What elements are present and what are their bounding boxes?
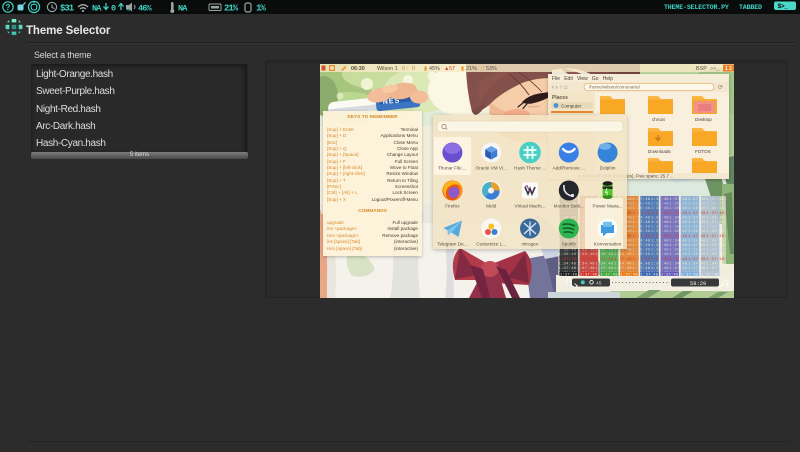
svg-text:THEME-SELECTOR.PY: THEME-SELECTOR.PY [664,4,729,11]
svg-text:File Edit View Go Help: File Edit View Go Help [552,76,613,82]
svg-text:21%: 21% [224,4,239,14]
svg-text:57: 57 [449,66,455,72]
svg-text:Firefox: Firefox [445,204,460,209]
svg-text:▮: ▮ [461,66,464,72]
svg-text:1:37:48: 1:37:48 [681,273,698,276]
svg-text:$31: $31 [60,4,75,14]
svg-text:0: 0 [402,66,405,72]
svg-text:⟳: ⟳ [718,85,723,91]
svg-text:↑: ↑ [406,66,409,72]
svg-text:BSP: BSP [696,66,707,72]
svg-text:NA: NA [178,4,188,14]
svg-text:1:37:48: 1:37:48 [560,273,577,276]
svg-text:1:37:48: 1:37:48 [701,273,718,276]
svg-text:1:37:48: 1:37:48 [600,273,617,276]
svg-text:Thunar File ...: Thunar File ... [438,166,467,171]
svg-text:Wilson 1: Wilson 1 [377,66,398,72]
svg-text:1:37:48: 1:37:48 [641,273,658,276]
svg-text:?: ? [6,3,11,12]
svg-text:Power Mana...: Power Mana... [592,204,622,209]
svg-text:1:37:48: 1:37:48 [661,273,678,276]
svg-text:$>_: $>_ [778,3,789,10]
svg-text:chroot: chroot [652,117,665,122]
svg-text:nitrogen: nitrogen [522,242,539,247]
svg-text:▯: ▯ [481,66,484,72]
svg-text:FOTOS: FOTOS [695,149,711,154]
svg-text:Computer: Computer [561,104,582,109]
svg-text:Downloads: Downloads [648,149,671,154]
svg-text:21%: 21% [466,66,477,72]
svg-text:1:37:48: 1:37:48 [580,273,597,276]
svg-text:▮: ▮ [424,66,427,72]
svg-text:0: 0 [412,66,415,72]
svg-text:0: 0 [111,4,116,14]
svg-text:Customize L...: Customize L... [476,242,506,247]
svg-text:46%: 46% [138,4,153,14]
svg-text:>>_: >>_ [710,66,720,72]
svg-text:/home/wilson/comunarte/: /home/wilson/comunarte/ [589,85,641,90]
svg-text:45%: 45% [429,66,440,72]
svg-text:Virtual Machi...: Virtual Machi... [515,204,546,209]
svg-text:Konversation: Konversation [594,242,622,247]
svg-text:Hash Theme ...: Hash Theme ... [514,166,546,171]
svg-text:53%: 53% [486,66,497,72]
svg-text:1:37:48: 1:37:48 [621,273,638,276]
svg-text:Monitor Setti...: Monitor Setti... [554,204,584,209]
svg-text:‹ › ↑ ⌂: ‹ › ↑ ⌂ [552,85,568,91]
svg-text:Add/Remove ...: Add/Remove ... [553,166,585,171]
svg-text:06:30: 06:30 [351,66,365,72]
svg-text:Desktop: Desktop [695,117,712,122]
svg-text:Telegram De...: Telegram De... [437,242,467,247]
svg-text:1 2: 1 2 [725,66,732,72]
svg-text:TABBED: TABBED [739,4,762,11]
svg-text:Places: Places [552,95,568,101]
svg-text:Spotify: Spotify [562,242,577,247]
svg-text:Oracle VM Vi...: Oracle VM Vi... [475,166,506,171]
svg-text:NA: NA [92,4,102,14]
svg-text:Meld: Meld [486,204,497,209]
svg-text:1%: 1% [256,4,266,14]
svg-text:Dolphin: Dolphin [600,166,616,171]
